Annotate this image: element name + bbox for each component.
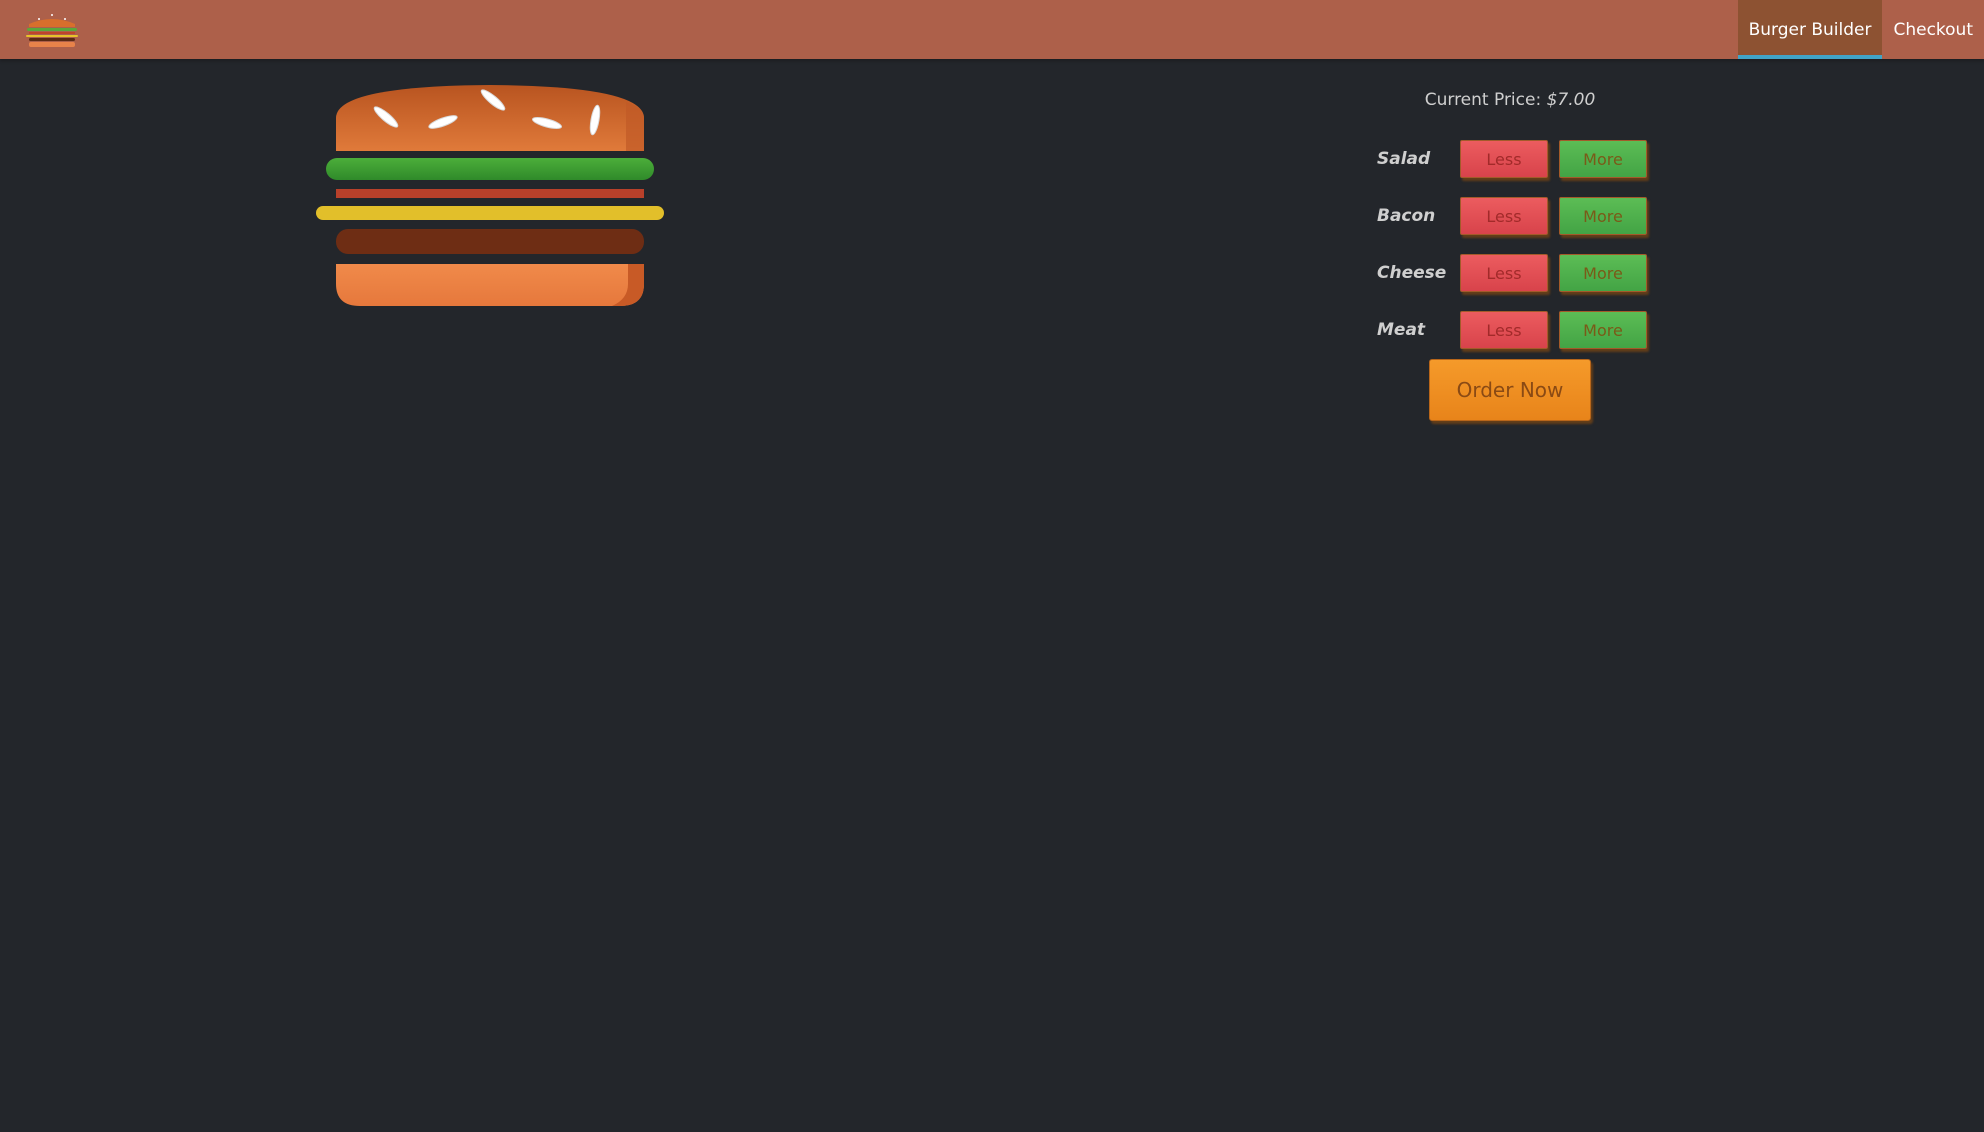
salad-layer xyxy=(326,158,654,180)
meat-layer xyxy=(336,229,644,254)
salad-less-button[interactable]: Less xyxy=(1460,140,1548,178)
current-price: Current Price: $7.00 xyxy=(1370,90,1650,110)
price-value: $7.00 xyxy=(1546,90,1596,110)
bread-bottom xyxy=(336,264,644,306)
ingredient-row-meat: Meat Less More xyxy=(1377,311,1658,349)
ingredient-row-salad: Salad Less More xyxy=(1377,140,1658,178)
toolbar: Burger Builder Checkout xyxy=(0,0,1984,59)
bread-top xyxy=(336,85,644,151)
ingredient-label: Bacon xyxy=(1377,206,1436,226)
nav-checkout[interactable]: Checkout xyxy=(1882,0,1984,59)
cheese-more-button[interactable]: More xyxy=(1559,254,1647,292)
meat-less-button[interactable]: Less xyxy=(1460,311,1548,349)
cheese-layer xyxy=(316,206,664,220)
main-nav: Burger Builder Checkout xyxy=(1737,0,1984,59)
ingredient-label: Cheese xyxy=(1377,263,1447,283)
ingredient-row-bacon: Bacon Less More xyxy=(1377,197,1658,235)
cheese-less-button[interactable]: Less xyxy=(1460,254,1548,292)
ingredient-label: Salad xyxy=(1377,149,1431,169)
bacon-more-button[interactable]: More xyxy=(1559,197,1647,235)
burger-logo-icon[interactable] xyxy=(25,9,79,49)
ingredient-row-cheese: Cheese Less More xyxy=(1377,254,1658,292)
bacon-layer xyxy=(336,189,644,198)
nav-burger-builder[interactable]: Burger Builder xyxy=(1737,0,1883,59)
order-now-button[interactable]: Order Now xyxy=(1429,359,1591,421)
price-label: Current Price: xyxy=(1424,90,1547,110)
meat-more-button[interactable]: More xyxy=(1559,311,1647,349)
bacon-less-button[interactable]: Less xyxy=(1460,197,1548,235)
salad-more-button[interactable]: More xyxy=(1559,140,1647,178)
burger-preview xyxy=(316,85,664,306)
ingredient-label: Meat xyxy=(1377,320,1426,340)
